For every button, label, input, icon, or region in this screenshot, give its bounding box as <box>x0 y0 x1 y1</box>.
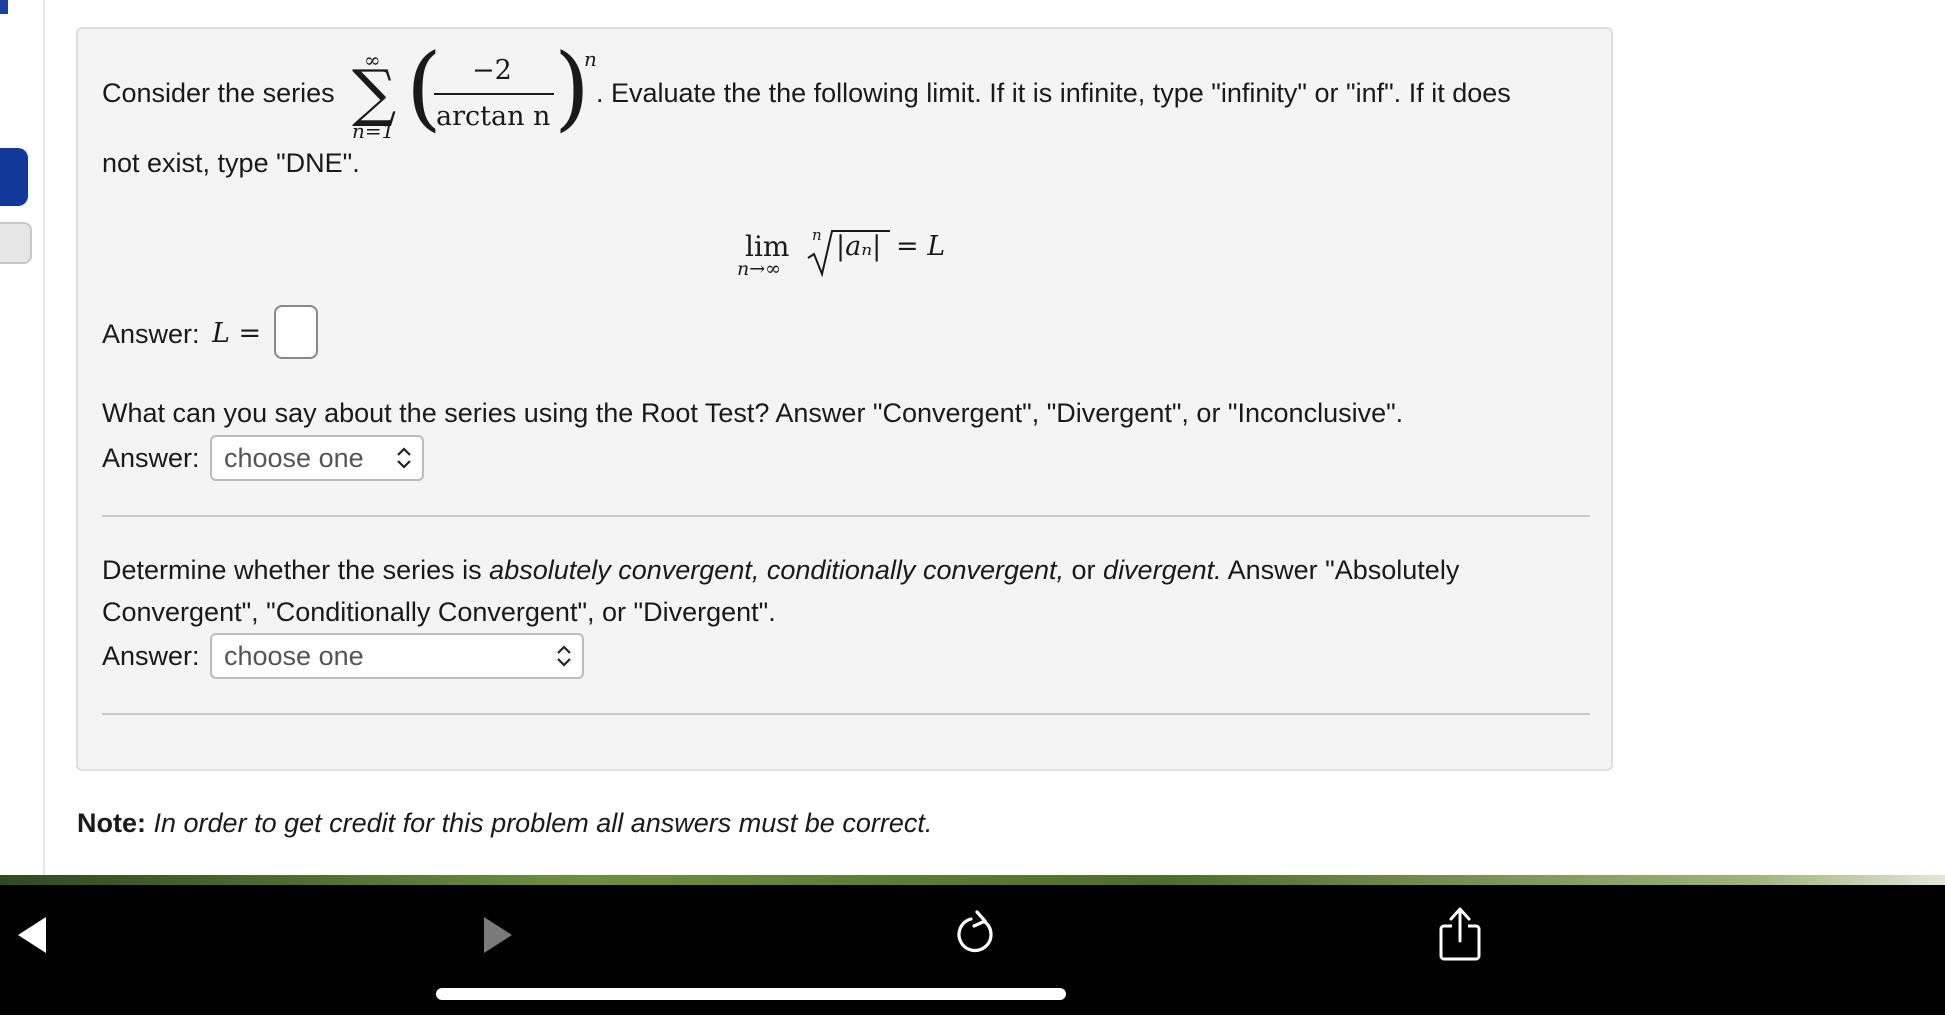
section-divider-1 <box>102 515 1590 517</box>
determine-line2: Convergent", "Conditionally Convergent",… <box>102 597 776 627</box>
sum-lower-limit: n=1 <box>352 119 395 143</box>
determine-question: Determine whether the series is absolute… <box>102 553 1459 587</box>
limit-rhs: = L <box>896 231 946 262</box>
sidebar-secondary-button[interactable] <box>0 222 32 264</box>
determine-italic2: divergent. <box>1103 555 1222 585</box>
sidebar-primary-button[interactable] <box>0 148 28 206</box>
reload-icon[interactable] <box>954 909 998 959</box>
note-text: In order to get credit for this problem … <box>153 808 933 838</box>
limit-answer-input[interactable] <box>274 305 318 359</box>
select-chevron-icon <box>556 635 572 692</box>
convergence-select[interactable]: choose one <box>210 633 584 679</box>
back-icon[interactable] <box>16 915 48 955</box>
wallpaper-strip <box>0 875 1945 885</box>
select-chevron-icon <box>396 437 412 494</box>
root-test-select-value: choose one <box>224 443 364 473</box>
section-divider-2 <box>102 713 1590 715</box>
series-exponent: n <box>584 47 597 71</box>
intro-line2: not exist, type "DNE". <box>102 148 360 178</box>
root-test-question: What can you say about the series using … <box>102 398 1404 428</box>
root-test-select[interactable]: choose one <box>210 435 424 481</box>
convergence-select-value: choose one <box>224 641 364 671</box>
intro-after: . Evaluate the the following limit. If i… <box>596 78 1511 108</box>
lim-subscript: n→∞ <box>737 258 781 280</box>
sigma-symbol: ∑ <box>352 56 397 129</box>
home-indicator[interactable] <box>436 988 1066 1000</box>
fraction-bar <box>434 93 554 95</box>
determine-mid: or <box>1064 555 1104 585</box>
determine-italic1: absolutely convergent, conditionally con… <box>489 555 1065 585</box>
answer-variable: L = <box>212 318 262 349</box>
credit-note: Note: In order to get credit for this pr… <box>77 806 932 840</box>
determine-pre: Determine whether the series is <box>102 555 490 585</box>
fraction-denominator: arctan n <box>436 101 551 132</box>
radicand: |aₙ| <box>836 231 882 262</box>
note-label: Note: <box>77 808 146 838</box>
answer-label-3: Answer: <box>102 641 200 671</box>
fraction-numerator: −2 <box>472 55 512 86</box>
forward-icon[interactable] <box>482 915 514 955</box>
left-rail <box>0 0 45 876</box>
rail-top-accent <box>0 0 8 14</box>
intro-before: Consider the series <box>102 78 335 108</box>
answer-label-2: Answer: <box>102 443 200 473</box>
share-icon[interactable] <box>1438 906 1482 962</box>
determine-post: Answer "Absolutely <box>1221 555 1460 585</box>
answer-label-1: Answer: <box>102 319 200 349</box>
